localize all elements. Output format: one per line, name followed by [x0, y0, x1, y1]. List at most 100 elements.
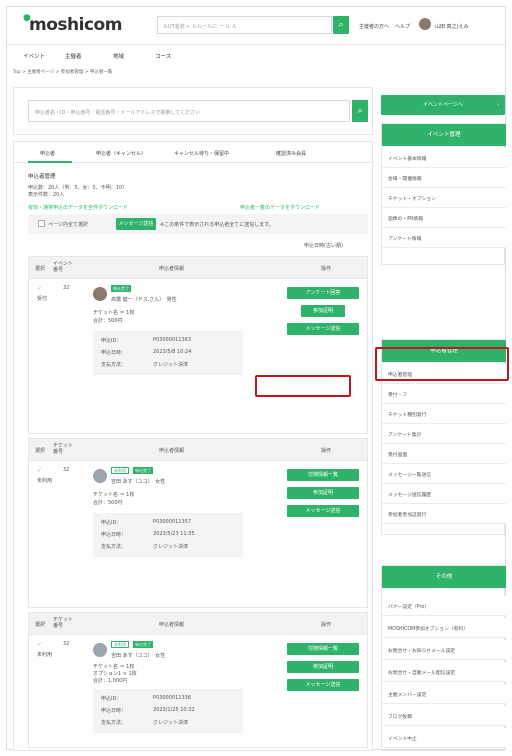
sidebar-event-menu: イベント管理 イベント基本情報 会場・開催情報 チケット・オプション 画像の・P…: [381, 123, 506, 265]
table-row: 選択 チケット番号 申込者情報 操作 ✓ 未利用 32 未利用 申込完了 吉田 …: [28, 438, 368, 608]
sidebar-item-reception-screen[interactable]: 受付画面: [382, 444, 506, 464]
highlight-send-message: [255, 375, 351, 397]
chevron-right-icon: ›: [497, 102, 499, 108]
order-date: 2023/1/25 10:32: [153, 707, 195, 713]
nav-item-course[interactable]: コース: [155, 52, 171, 60]
col-applicant: 申込者情報: [159, 448, 185, 454]
page-frame: ● moshicom ルUT名前 ← ルルールに 一 ル ル ⌕ 主催者の方へ ヘ…: [6, 6, 509, 751]
info-label: 申込ID：: [101, 696, 122, 702]
section-title: 申込者管理: [28, 174, 56, 180]
row-number: 32: [63, 641, 70, 647]
col-status: 選択: [35, 448, 46, 454]
sidebar-item-paid-option[interactable]: MOSHICOM参加オプション（有料）: [382, 618, 506, 638]
order-info: 申込ID： P03000011357 申込日時： 2023/5/23 11:35…: [93, 513, 243, 557]
nav-item-organizer[interactable]: 主催者: [65, 52, 82, 60]
nav-item-region[interactable]: 地域: [113, 52, 124, 60]
nav-item-event[interactable]: イベント: [23, 52, 45, 60]
survey-answer-button[interactable]: アンケート回答: [287, 287, 359, 299]
sidebar-item-cancel-event[interactable]: イベント中止: [382, 728, 506, 748]
sidebar-item-survey[interactable]: アンケート情報: [382, 228, 506, 248]
status-badge: 未利用: [111, 641, 129, 648]
order-info: 申込ID： P03000011363 申込日時： 2023/5/8 10:24 …: [93, 331, 243, 375]
ticket-line: チケット名 ＝ 1枚: [93, 492, 135, 498]
price-line: 合計：500円: [93, 500, 123, 506]
header-search-input[interactable]: ルUT名前 ← ルルールに 一 ル ル: [157, 16, 332, 34]
row-checkbox[interactable]: ✓: [37, 467, 42, 474]
user-avatar[interactable]: [419, 18, 431, 30]
table-header: 選択 イベント番号 申込者情報 操作: [29, 257, 367, 279]
search-panel: 申込者名・ID・申込番号・電話番号・メールアドレスで検索してください ⌕: [13, 87, 373, 135]
col-status: 選択: [35, 266, 46, 272]
price-line: 合計：500円: [93, 318, 123, 324]
event-page-button[interactable]: イベントページへ ›: [381, 95, 505, 115]
applicant-avatar: [93, 287, 107, 301]
applicant-panel: 申込者 申込者（キャンセル） キャンセル待ち・保留中 確認済み会員 申込者管理 …: [13, 141, 373, 751]
tab-waitlist[interactable]: キャンセル待ち・保留中: [174, 150, 229, 157]
summary-count: 申込数：20人（男：5、女：5、不明：10）: [28, 185, 128, 191]
sidebar-item-pr[interactable]: 画像の・PR情報: [382, 208, 506, 228]
applicant-name[interactable]: 吉田 あす（ユコ） 女性: [111, 652, 165, 659]
help-link[interactable]: ヘルプ: [395, 23, 410, 30]
sidebar-item-ticket-issue[interactable]: チケット種別発行: [382, 404, 506, 424]
sidebar-item-blog[interactable]: ブログ投稿: [382, 706, 506, 726]
breadcrumb[interactable]: Top > 主催者ページ > 参加者管理 > 申込者一覧: [13, 69, 112, 75]
download-list-link[interactable]: 申込者一覧のデータをダウンロード: [240, 204, 320, 211]
certificate-button[interactable]: 参加証明: [287, 487, 359, 499]
row-checkbox[interactable]: ✓: [37, 285, 42, 292]
highlight-applicant-management: [375, 347, 509, 381]
info-label: 申込ID：: [101, 338, 122, 344]
sidebar-item-message-bulk[interactable]: メッセージ一覧送信: [382, 464, 506, 484]
select-all-checkbox[interactable]: [38, 220, 45, 227]
sidebar-item-certificate[interactable]: 参加者参加証発行: [382, 504, 506, 524]
certificate-button[interactable]: 参加証明: [287, 661, 359, 673]
sidebar-item-ticket[interactable]: チケット・オプション: [382, 188, 506, 208]
ticket-line: チケット名 ＝ 1枚: [93, 664, 135, 670]
attached-info-button[interactable]: 付随情報一覧: [287, 469, 359, 481]
col-action: 操作: [321, 448, 332, 454]
logo[interactable]: ● moshicom: [23, 13, 122, 35]
bulk-message-button[interactable]: メッセージ送信: [116, 218, 156, 230]
attached-info-button[interactable]: 付随情報一覧: [287, 643, 359, 655]
row-checkbox[interactable]: ✓: [37, 641, 42, 648]
info-label: 申込日時：: [101, 350, 127, 356]
send-message-button[interactable]: メッセージ送信: [287, 323, 359, 335]
sidebar-item-survey-summary[interactable]: アンケート集計: [382, 424, 506, 444]
tab-cancelled[interactable]: 申込者（キャンセル）: [96, 150, 146, 157]
sidebar-item-event-info[interactable]: イベント基本情報: [382, 148, 506, 168]
applicant-avatar: [93, 643, 107, 657]
certificate-button[interactable]: 参加証明: [301, 305, 345, 317]
ticket-line: チケット名 ＝ 1枚: [93, 310, 135, 316]
applicant-name[interactable]: 高橋 健一（ヤス.さん） 男性: [111, 296, 177, 303]
select-all-label: ページ内全て選択: [48, 222, 88, 228]
status-badge: 未利用: [111, 467, 129, 474]
sidebar-item-banner[interactable]: バナー設定（Pro）: [382, 596, 506, 616]
col-action: 操作: [321, 266, 332, 272]
search-icon[interactable]: ⌕: [333, 16, 349, 34]
sidebar-item-members[interactable]: 主催メンバー設定: [382, 684, 506, 704]
send-message-button[interactable]: メッセージ送信: [287, 679, 359, 691]
col-status: 選択: [35, 622, 46, 628]
applicant-search-input[interactable]: 申込者名・ID・申込番号・電話番号・メールアドレスで検索してください: [28, 100, 350, 122]
sidebar-item-reception[interactable]: 受付・フ: [382, 384, 506, 404]
sidebar-event-header: イベント管理: [382, 124, 506, 146]
search-icon[interactable]: ⌕: [352, 100, 368, 122]
sidebar-item-message-history[interactable]: メッセージ送信履歴: [382, 484, 506, 504]
order-id: P03000011336: [153, 695, 192, 701]
sidebar-item-venue[interactable]: 会場・開催情報: [382, 168, 506, 188]
row-status: 未利用: [37, 652, 53, 658]
tab-applicants[interactable]: 申込者: [40, 150, 55, 157]
status-badge: 申込完了: [133, 641, 153, 648]
organizer-link[interactable]: 主催者の方へ: [359, 23, 389, 30]
send-message-button[interactable]: メッセージ送信: [287, 505, 359, 517]
sidebar-item-auto-mail[interactable]: お問合せ・自動メール配信設定: [382, 662, 506, 682]
table-row: 選択 イベント番号 申込者情報 操作 ✓ 受付 32 申込完了 高橋 健一（ヤス…: [28, 256, 368, 434]
tab-confirmed[interactable]: 確認済み会員: [276, 150, 306, 157]
sidebar-item-contact-mail[interactable]: お問合せ・お知らせメール設定: [382, 640, 506, 660]
info-label: 申込日時：: [101, 532, 127, 538]
applicant-name[interactable]: 吉田 あす（ユコ） 女性: [111, 478, 165, 485]
user-name-link[interactable]: 山田 真之(えみ: [435, 23, 469, 30]
row-number: 32: [63, 467, 70, 473]
sort-select[interactable]: 申込日時(古い順): [304, 242, 343, 249]
sidebar-other-header: その他: [382, 566, 506, 588]
download-all-link[interactable]: 有効・通常申込のデータを全件ダウンロード: [28, 204, 128, 211]
